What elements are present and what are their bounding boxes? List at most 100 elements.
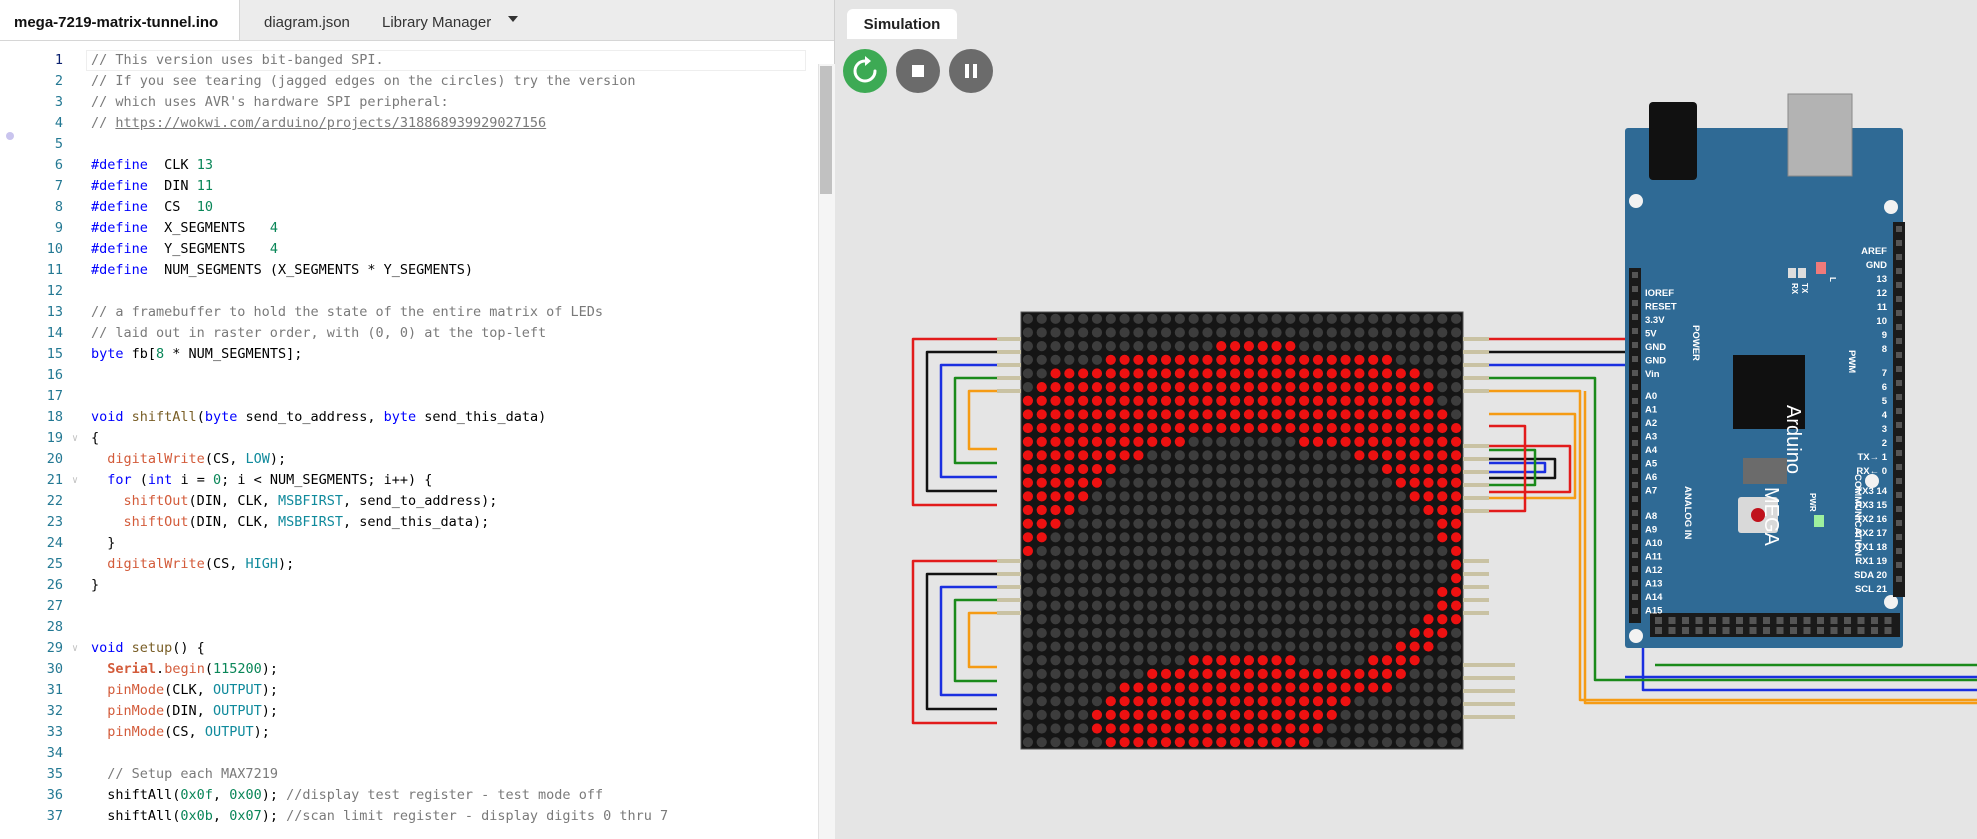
editor-scrollbar-thumb[interactable] (820, 66, 832, 194)
tab-simulation[interactable]: Simulation (847, 9, 957, 39)
led-off (1381, 709, 1393, 720)
led-on (1216, 409, 1227, 420)
code-line[interactable]: 7 #define DIN 11 (0, 176, 820, 197)
fold-chevron-icon[interactable]: ∨ (72, 638, 78, 659)
code-line[interactable]: 37 shiftAll(0x0b, 0x07); //scan limit re… (0, 806, 820, 827)
led-on (1450, 573, 1462, 584)
code-line[interactable]: 19 ∨ { (0, 428, 820, 449)
led-off (1119, 504, 1130, 516)
mounting-hole (1629, 629, 1643, 643)
code-line[interactable]: 6 #define CLK 13 (0, 155, 820, 176)
code-line[interactable]: 28 (0, 617, 820, 638)
led-on (1119, 354, 1130, 365)
led-on (1299, 682, 1310, 693)
tab-sketch-file[interactable]: mega-7219-matrix-tunnel.ino (0, 0, 240, 40)
wire-blue[interactable] (1489, 461, 1547, 474)
led-off (1160, 614, 1172, 625)
led-off (1105, 532, 1116, 543)
tab-library-manager[interactable]: Library Manager (368, 0, 505, 40)
led-on (1299, 696, 1310, 707)
code-line[interactable]: 1 // This version uses bit-banged SPI. (0, 50, 820, 71)
wire-green[interactable] (1489, 448, 1537, 487)
code-line[interactable]: 31 pinMode(CLK, OUTPUT); (0, 680, 820, 701)
led-matrix[interactable] (997, 311, 1515, 750)
led-off (1243, 518, 1255, 529)
led-off (1133, 504, 1144, 516)
led-off (1326, 614, 1337, 625)
code-line[interactable]: 25 digitalWrite(CS, HIGH); (0, 554, 820, 575)
code-line[interactable]: 15 byte fb[8 * NUM_SEGMENTS]; (0, 344, 820, 365)
led-off (1450, 682, 1462, 693)
code-line[interactable]: 33 pinMode(CS, OUTPUT); (0, 722, 820, 743)
led-on (1050, 463, 1061, 475)
wire-black[interactable] (925, 350, 997, 493)
code-line[interactable]: 13 // a framebuffer to hold the state of … (0, 302, 820, 323)
code-line[interactable]: 22 shiftOut(DIN, CLK, MSBFIRST, send_to_… (0, 491, 820, 512)
led-on (1078, 382, 1089, 393)
code-line[interactable]: 36 shiftAll(0x0f, 0x00); //display test … (0, 785, 820, 806)
led-on (1091, 368, 1103, 379)
code-line[interactable]: 21 ∨ for (int i = 0; i < NUM_SEGMENTS; i+… (0, 470, 820, 491)
code-line[interactable]: 9 #define X_SEGMENTS 4 (0, 218, 820, 239)
wire-red[interactable] (1489, 335, 1637, 341)
line-number: 9 (54, 220, 63, 236)
led-off (1050, 614, 1061, 625)
code-line[interactable]: 27 (0, 596, 820, 617)
code-line[interactable]: 26} (0, 575, 820, 596)
restart-simulation-button[interactable] (843, 49, 887, 93)
line-number: 26 (46, 577, 63, 593)
pause-simulation-button[interactable] (949, 49, 993, 93)
led-on (1368, 354, 1379, 365)
code-line[interactable]: 4 // https://wokwi.com/arduino/projects/3… (0, 113, 820, 134)
code-area[interactable]: 1 // This version uses bit-banged SPI. 2 //… (0, 40, 834, 839)
code-line[interactable]: 24 } (0, 533, 820, 554)
code-line[interactable]: 34 (0, 743, 820, 764)
code-line[interactable]: 10 #define Y_SEGMENTS 4 (0, 239, 820, 260)
circuit-canvas[interactable]: IOREF RESET 3.3V 5V GND GND Vin POWER A0 A1 A2 A3 A4… (835, 0, 1977, 839)
led-on (1312, 409, 1324, 420)
tab-menu-dropdown-icon[interactable] (508, 16, 518, 22)
led-off (1271, 586, 1282, 598)
wire-orange[interactable] (967, 611, 997, 669)
led-on (1174, 368, 1185, 379)
code-line[interactable]: 17 (0, 386, 820, 407)
led-off (1174, 313, 1185, 324)
power-pin-label: IOREF (1645, 288, 1674, 299)
code-line[interactable]: 2 // If you see tearing (jagged edges on … (0, 71, 820, 92)
code-line[interactable]: 16 (0, 365, 820, 386)
stop-simulation-button[interactable] (896, 49, 940, 93)
code-line[interactable]: 30 Serial.begin(115200); (0, 659, 820, 680)
tab-diagram-json[interactable]: diagram.json (250, 0, 364, 40)
code-line[interactable]: 29 ∨ void setup() { (0, 638, 820, 659)
led-on (1243, 395, 1255, 406)
code-line[interactable]: 35 // Setup each MAX7219 (0, 764, 820, 785)
led-off (1091, 545, 1103, 557)
code-line[interactable]: 32 pinMode(DIN, OUTPUT); (0, 701, 820, 722)
code-line[interactable]: 3 // which uses AVR's hardware SPI periph… (0, 92, 820, 113)
led-on (1078, 450, 1089, 461)
code-line[interactable]: 14 // laid out in raster order, with (0, … (0, 323, 820, 344)
code-line[interactable]: 5 (0, 134, 820, 155)
code-line[interactable]: 20 digitalWrite(CS, LOW); (0, 449, 820, 470)
wire-black[interactable] (925, 572, 997, 711)
led-off (1202, 641, 1213, 652)
code-line[interactable]: 23 shiftOut(DIN, CLK, MSBFIRST, send_thi… (0, 512, 820, 533)
led-off (1395, 696, 1406, 707)
led-on (1450, 491, 1462, 502)
digital-pin-label: 4 (1882, 410, 1888, 421)
led-on (1437, 422, 1448, 434)
fold-chevron-icon[interactable]: ∨ (72, 428, 78, 449)
led-on (1188, 709, 1199, 720)
code-line[interactable]: 18 void shiftAll(byte send_to_address, by… (0, 407, 820, 428)
led-off (1257, 600, 1268, 611)
code-line[interactable]: 8 #define CS 10 (0, 197, 820, 218)
fold-chevron-icon[interactable]: ∨ (72, 470, 78, 491)
led-on (1216, 723, 1227, 734)
code-line[interactable]: 12 (0, 281, 820, 302)
code-line[interactable]: 11 #define NUM_SEGMENTS (X_SEGMENTS * Y_S… (0, 260, 820, 281)
led-on (1423, 409, 1434, 420)
l-led (1816, 262, 1826, 274)
arduino-mega-board[interactable]: IOREF RESET 3.3V 5V GND GND Vin POWER A0 A1 A2 A3 A4… (1625, 93, 1905, 648)
wire-orange[interactable] (967, 389, 997, 451)
led-off (1216, 504, 1227, 516)
